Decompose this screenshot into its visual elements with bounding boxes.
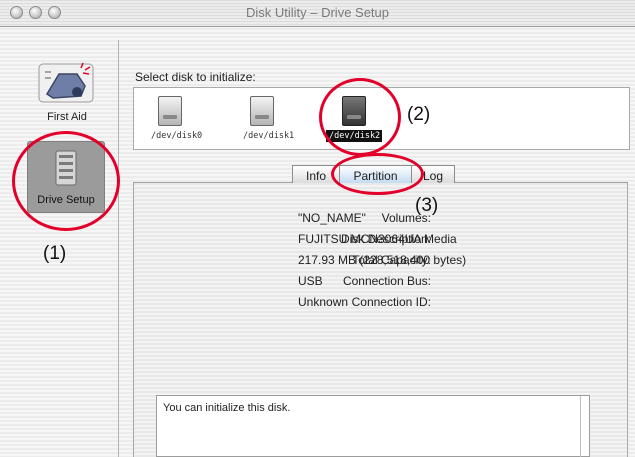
callout-label-1: (1) <box>43 243 67 264</box>
window-title: Disk Utility – Drive Setup <box>245 5 390 20</box>
disk-utility-window: Disk Utility – Drive Setup First Aid Dri… <box>0 0 635 457</box>
title-bar: Disk Utility – Drive Setup <box>0 0 635 27</box>
info-key: Connection Bus: <box>342 274 431 288</box>
disk-item-disk0[interactable]: /dev/disk0 <box>148 96 203 142</box>
info-key: Connection ID: <box>351 295 431 309</box>
hard-disk-icon <box>158 96 182 126</box>
callout-circle-1 <box>12 131 120 231</box>
info-value: FUJITSU MCN3064UA Media <box>298 232 457 246</box>
disk-item-disk1[interactable]: /dev/disk1 <box>240 96 295 142</box>
info-row-capacity: Total Capacity: 217.93 MB (228,518,400 b… <box>134 253 629 271</box>
message-scrollbar[interactable] <box>580 396 581 457</box>
status-message: You can initialize this disk. <box>163 402 291 414</box>
info-row-connection-id: Connection ID: Unknown <box>134 295 629 313</box>
info-row-connection-bus: Connection Bus: USB <box>134 274 629 292</box>
callout-circle-3 <box>331 153 424 195</box>
message-box: You can initialize this disk. <box>156 395 590 457</box>
callout-label-2: (2) <box>407 104 431 125</box>
callout-circle-2 <box>319 78 401 156</box>
sidebar-item-label: First Aid <box>47 111 87 123</box>
first-aid-icon <box>38 62 94 103</box>
info-row-description: Disk Description: FUJITSU MCN3064UA Medi… <box>134 232 629 250</box>
disk-label: /dev/disk0 <box>151 131 203 141</box>
info-value: Unknown <box>298 295 349 309</box>
hard-disk-icon <box>250 96 274 126</box>
disk-label: /dev/disk1 <box>243 131 295 141</box>
sidebar-divider <box>118 40 119 457</box>
info-value: 217.93 MB (228,518,400 bytes) <box>298 253 467 267</box>
callout-label-3: (3) <box>415 195 439 216</box>
info-row-volumes: Volumes: "NO_NAME" <box>134 211 629 229</box>
info-value: USB <box>298 274 323 288</box>
select-disk-label: Select disk to initialize: <box>135 70 256 84</box>
info-value: "NO_NAME" <box>298 211 366 225</box>
